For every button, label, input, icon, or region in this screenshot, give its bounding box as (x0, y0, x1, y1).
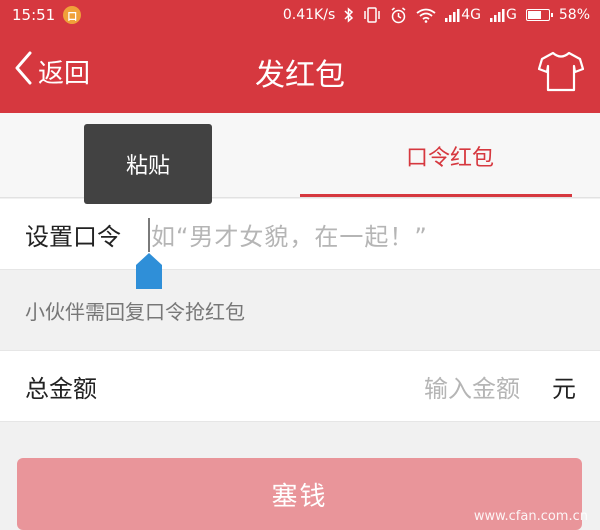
paste-button[interactable]: 粘贴 (84, 124, 212, 204)
back-label: 返回 (38, 59, 91, 89)
amount-label: 总金额 (25, 374, 97, 403)
battery-percent: 58% (558, 7, 590, 23)
network-speed: 0.41K/s (282, 7, 336, 23)
battery-icon (525, 9, 553, 21)
tshirt-icon[interactable] (537, 50, 585, 92)
alarm-icon (390, 6, 407, 24)
back-button[interactable]: 返回 (14, 30, 90, 113)
chevron-left-icon (14, 51, 32, 92)
password-label: 设置口令 (25, 222, 121, 251)
bluetooth-icon (344, 7, 354, 23)
wifi-icon (416, 8, 436, 23)
active-tab-indicator (300, 194, 572, 197)
password-input[interactable]: 如“男才女貌，在一起！” (151, 199, 571, 270)
notification-app-badge: 口 (67, 11, 78, 23)
signal-4g-icon: 4G (445, 7, 481, 23)
vibrate-icon (363, 7, 381, 23)
signal-g-label: G (506, 7, 517, 23)
signal-g-icon: G (490, 7, 517, 23)
password-hint: 小伙伴需回复口令抢红包 (0, 270, 600, 350)
amount-row: 总金额 输入金额 元 (0, 350, 600, 422)
signal-4g-label: 4G (461, 7, 482, 23)
status-bar: 15:51 口 0.41K/s 4G G 58% (0, 0, 600, 30)
notification-app-icon: 口 (63, 6, 82, 24)
status-time: 15:51 (12, 6, 56, 24)
watermark: www.cfan.com.cn (473, 509, 588, 524)
amount-input[interactable]: 输入金额 (424, 351, 520, 421)
amount-unit: 元 (552, 374, 576, 403)
text-caret (148, 218, 150, 252)
nav-bar: 返回 发红包 (0, 30, 600, 113)
tab-password-label: 口令红包 (405, 145, 494, 171)
tab-password-redpacket[interactable]: 口令红包 (300, 113, 600, 198)
cursor-handle-icon[interactable] (136, 253, 162, 289)
